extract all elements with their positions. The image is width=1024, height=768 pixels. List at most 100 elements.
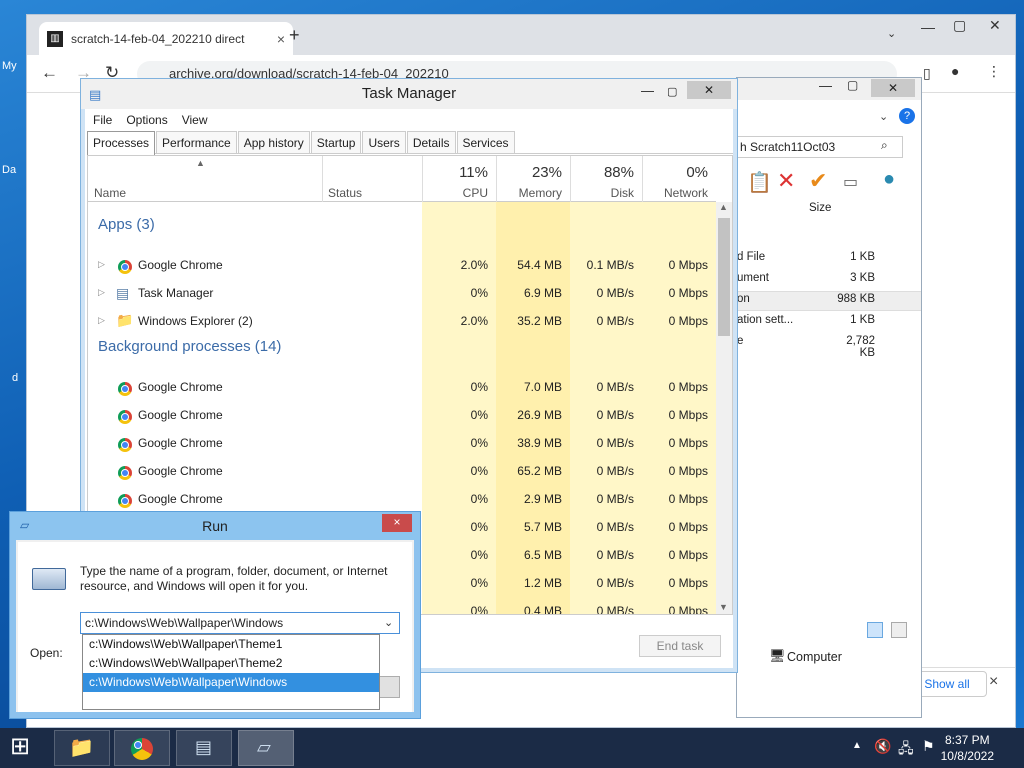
scroll-down-icon[interactable]: ▼ xyxy=(719,602,728,612)
start-icon[interactable]: ⊞ xyxy=(10,734,30,760)
globe-icon[interactable]: ● xyxy=(883,168,895,191)
close-icon[interactable]: ✕ xyxy=(687,81,731,99)
run-close-button[interactable]: × xyxy=(382,514,412,532)
scrollbar-thumb[interactable] xyxy=(718,218,730,336)
memory-value: 65.2 MB xyxy=(517,464,562,478)
large-icons-view-icon[interactable] xyxy=(891,622,907,638)
browser-tab[interactable]: ▥ scratch-14-feb-04_202210 direct × xyxy=(39,22,293,55)
file-name[interactable]: d File xyxy=(737,251,765,263)
file-name[interactable]: on xyxy=(737,293,750,305)
expand-arrow-icon[interactable]: ▷ xyxy=(98,315,105,326)
search-icon[interactable]: ⌕ xyxy=(881,138,888,153)
cpu-column-header[interactable]: CPU xyxy=(422,186,488,200)
profile-icon[interactable]: ● xyxy=(951,63,959,79)
expand-ribbon-icon[interactable]: ⌄ xyxy=(879,110,888,123)
scroll-up-icon[interactable]: ▲ xyxy=(719,202,728,212)
menu-item-options[interactable]: Options xyxy=(126,110,167,130)
status-location: Computer xyxy=(787,650,842,664)
memory-value: 6.9 MB xyxy=(523,286,562,300)
close-window-icon[interactable]: ✕ xyxy=(989,17,1001,34)
disk-value: 0 MB/s xyxy=(596,436,634,450)
help-icon[interactable]: ? xyxy=(899,108,915,124)
back-icon[interactable]: ← xyxy=(41,63,58,83)
checkmark-icon[interactable]: ✔ xyxy=(809,168,827,194)
open-label: Open: xyxy=(30,646,63,660)
tab-app-history[interactable]: App history xyxy=(237,131,310,153)
task-manager-taskbar-button[interactable]: ▤ xyxy=(176,730,232,766)
tab-performance[interactable]: Performance xyxy=(156,131,237,153)
network-icon[interactable]: 🖧 xyxy=(898,738,914,762)
memory-column-header[interactable]: Memory xyxy=(496,186,562,200)
run-description: Type the name of a program, folder, docu… xyxy=(80,564,388,593)
history-option[interactable]: c:\Windows\Web\Wallpaper\Theme1 xyxy=(83,635,379,654)
file-name[interactable]: ument xyxy=(737,272,769,284)
minimize-icon[interactable]: — xyxy=(819,78,832,93)
close-download-bar-icon[interactable]: × xyxy=(989,673,998,691)
process-name: Google Chrome xyxy=(138,464,223,478)
clock[interactable]: 8:37 PM 10/8/2022 xyxy=(941,732,994,764)
file-size: 988 KB xyxy=(837,293,875,305)
end-task-button[interactable]: End task xyxy=(639,635,721,657)
sidepanel-icon[interactable]: ▯ xyxy=(923,65,931,82)
open-input[interactable]: c:\Windows\Web\Wallpaper\Windows xyxy=(80,612,400,634)
status-column-header[interactable]: Status xyxy=(328,186,362,200)
maximize-icon[interactable]: ▢ xyxy=(667,85,677,98)
name-column-header[interactable]: Name xyxy=(94,186,126,200)
action-center-icon[interactable]: ⚑ xyxy=(922,738,935,755)
task-manager-icon: ▤ xyxy=(89,87,102,102)
network-column-header[interactable]: Network xyxy=(642,186,708,200)
run-taskbar-button[interactable]: ▱ xyxy=(238,730,294,766)
chrome-taskbar-button[interactable] xyxy=(114,730,170,766)
sort-arrow-icon[interactable]: ▲ xyxy=(196,158,205,168)
close-icon[interactable]: ✕ xyxy=(871,79,915,97)
process-name: Google Chrome xyxy=(138,436,223,450)
expand-arrow-icon[interactable]: ▷ xyxy=(98,287,105,298)
details-view-icon[interactable] xyxy=(867,622,883,638)
disk-value: 0 MB/s xyxy=(596,464,634,478)
disk-column-header[interactable]: Disk xyxy=(570,186,634,200)
size-column-header[interactable]: Size xyxy=(809,202,831,214)
clipboard-icon[interactable]: 📋 xyxy=(747,170,772,195)
file-name[interactable]: ation sett... xyxy=(737,314,793,326)
archive-favicon-icon: ▥ xyxy=(47,30,63,47)
selected-row-bg xyxy=(737,291,921,311)
tab-processes[interactable]: Processes xyxy=(87,131,156,155)
desktop-icon-label[interactable]: Da xyxy=(2,164,16,176)
tab-startup[interactable]: Startup xyxy=(310,131,362,153)
history-option[interactable]: c:\Windows\Web\Wallpaper\Theme2 xyxy=(83,654,379,673)
menu-item-file[interactable]: File xyxy=(93,110,112,130)
minimize-icon[interactable]: — xyxy=(921,19,935,35)
delete-icon[interactable]: ✕ xyxy=(777,168,795,194)
process-name: Task Manager xyxy=(138,286,214,300)
history-option[interactable]: c:\Windows\Web\Wallpaper\Windows xyxy=(83,673,379,692)
volume-muted-icon[interactable]: 🔇 xyxy=(874,738,891,755)
cpu-total: 11% xyxy=(459,164,488,181)
maximize-icon[interactable]: ▢ xyxy=(953,17,966,34)
menu-icon[interactable]: ⋮ xyxy=(987,63,1001,80)
apps-group-header[interactable]: Apps (3) xyxy=(98,216,155,233)
run-titlebar: Run xyxy=(10,512,420,540)
explorer-taskbar-button[interactable]: 📁 xyxy=(54,730,110,766)
tab-close-icon[interactable]: × xyxy=(277,31,285,47)
new-tab-button[interactable]: + xyxy=(289,25,300,46)
background-group-header[interactable]: Background processes (14) xyxy=(98,338,281,355)
disk-value: 0 MB/s xyxy=(596,286,634,300)
tab-details[interactable]: Details xyxy=(406,131,456,153)
dropdown-chevron-icon[interactable]: ⌄ xyxy=(384,616,393,629)
tab-search-icon[interactable]: ⌄ xyxy=(887,27,896,40)
expand-arrow-icon[interactable]: ▷ xyxy=(98,259,105,270)
disk-value: 0.1 MB/s xyxy=(586,258,634,272)
cpu-value: 2.0% xyxy=(460,258,488,272)
desktop-icon-label[interactable]: d xyxy=(12,372,18,384)
menu-item-view[interactable]: View xyxy=(182,110,208,130)
tab-services[interactable]: Services xyxy=(456,131,515,153)
rename-icon[interactable]: ▭ xyxy=(843,172,858,192)
maximize-icon[interactable]: ▢ xyxy=(847,78,858,92)
search-box[interactable]: h Scratch11Oct03 xyxy=(737,136,903,158)
tray-overflow-icon[interactable]: ▲ xyxy=(852,740,862,751)
tab-users[interactable]: Users xyxy=(362,131,406,153)
network-value: 0 Mbps xyxy=(668,258,708,272)
desktop-icon-label[interactable]: My xyxy=(2,60,17,72)
disk-value: 0 MB/s xyxy=(596,548,634,562)
minimize-icon[interactable]: — xyxy=(641,83,654,98)
